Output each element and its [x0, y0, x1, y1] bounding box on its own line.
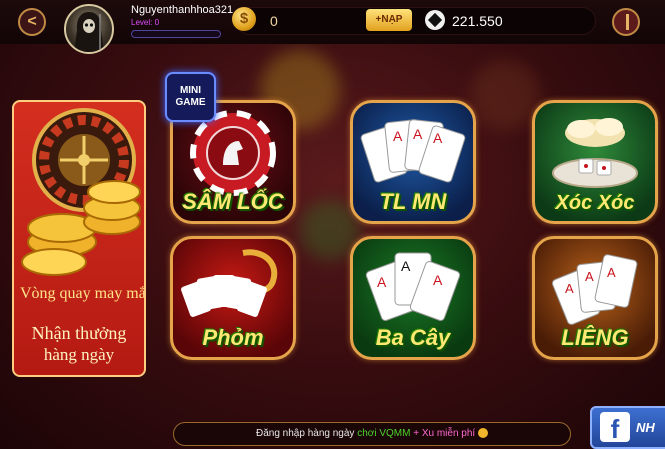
facebook-button-label: NH: [636, 420, 655, 435]
svg-text:A: A: [393, 128, 403, 144]
diamond-icon: [425, 10, 445, 30]
game-tile-lieng[interactable]: A A A LIÊNG: [532, 236, 658, 360]
facebook-icon: f: [600, 412, 630, 444]
game-label: TL MN: [379, 189, 447, 214]
topup-button[interactable]: +NẠP: [366, 9, 412, 31]
three-cards-icon: A A A: [365, 252, 461, 321]
facebook-login-button[interactable]: f NH: [590, 406, 665, 449]
menu-button[interactable]: [612, 8, 640, 36]
chevron-left-icon: <: [27, 13, 37, 30]
coin-icon: [477, 428, 488, 439]
game-label: SÂM LỐC: [182, 189, 284, 214]
marquee-text: + Xu miễn phí: [413, 428, 476, 439]
game-label: Xóc Xóc: [555, 192, 635, 214]
marquee-text: Đăng nhập hàng ngày: [256, 428, 355, 439]
menu-icon: [626, 14, 629, 30]
coin-balance: 0: [270, 13, 278, 29]
mini-game-button[interactable]: MINI GAME: [165, 72, 216, 122]
game-label: Ba Cây: [375, 325, 451, 350]
svg-text:A: A: [585, 269, 594, 284]
svg-text:A: A: [401, 258, 411, 274]
avatar[interactable]: [64, 4, 114, 54]
three-cards-icon: A A A: [551, 254, 638, 325]
mini-game-line2: GAME: [175, 97, 206, 108]
level-progress-bar: [131, 30, 221, 38]
game-tile-ba-cay[interactable]: A A A Ba Cây: [350, 236, 476, 360]
game-tile-phom[interactable]: Phỏm: [170, 236, 296, 360]
banner-title: Vòng quay may mắn: [20, 285, 146, 302]
currency-bar: [236, 7, 596, 35]
diamond-balance: 221.550: [452, 13, 503, 29]
dragon-cards-icon: [181, 249, 278, 317]
svg-text:A: A: [377, 274, 387, 290]
mini-game-line1: MINI: [179, 85, 202, 96]
username: Nguyenthanhhoa321: [131, 4, 234, 16]
marquee-text: chơi VQMM: [357, 428, 411, 439]
svg-text:A: A: [565, 281, 574, 296]
announcement-marquee: Đăng nhập hàng ngày chơi VQMM + Xu miễn …: [173, 422, 571, 446]
level-label: Level: 0: [131, 18, 160, 27]
banner-subtitle: Nhận thưởng: [31, 323, 127, 343]
playing-cards-icon: A A A: [360, 119, 466, 183]
game-tile-tl-mn[interactable]: A A A TL MN: [350, 100, 476, 224]
dice-bowl-icon: [552, 118, 638, 188]
svg-text:A: A: [433, 130, 443, 146]
game-tile-xoc-xoc[interactable]: Xóc Xóc: [532, 100, 658, 224]
back-button[interactable]: <: [18, 8, 46, 36]
svg-text:A: A: [607, 265, 616, 280]
svg-text:A: A: [413, 126, 423, 142]
lucky-wheel-banner[interactable]: Vòng quay may mắn Nhận thưởng hàng ngày: [12, 100, 146, 377]
game-label: LIÊNG: [561, 325, 629, 350]
background-bokeh: [470, 60, 540, 130]
avatar-reaper-icon: [74, 12, 104, 52]
game-label: Phỏm: [202, 325, 264, 350]
roulette-wheel-icon: [21, 108, 141, 276]
coin-icon: $: [232, 7, 256, 31]
banner-subtitle: hàng ngày: [43, 345, 115, 364]
svg-text:A: A: [433, 272, 443, 288]
